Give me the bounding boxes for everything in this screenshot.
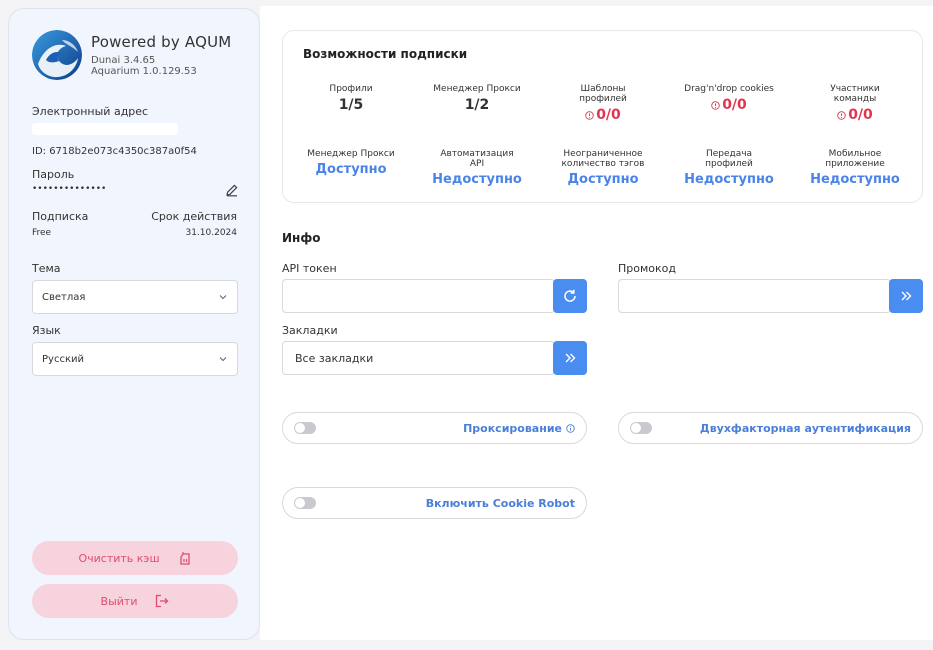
refresh-token-button[interactable] <box>553 279 587 313</box>
refresh-icon <box>564 289 576 302</box>
subscription-value: Free <box>32 228 52 238</box>
bookmarks-input[interactable]: Все закладки <box>282 341 555 375</box>
language-label: Язык <box>32 324 61 337</box>
feature-profile-transfer: Передача профилей Недоступно <box>671 149 787 187</box>
warning-icon <box>837 110 846 120</box>
proxy-toggle-label: Проксирование <box>463 422 575 435</box>
feature-value-text: 0/0 <box>848 107 873 123</box>
clear-cache-label: Очистить кэш <box>78 551 160 565</box>
feature-label: Drag'n'drop cookies <box>684 84 774 94</box>
feature-label: Неограниченное количество тэгов <box>561 149 645 169</box>
version-dunai: Dunai 3.4.65 <box>91 55 156 66</box>
edit-password-icon[interactable] <box>225 182 239 197</box>
feature-value: Доступно <box>315 162 387 177</box>
feature-value: 1/5 <box>338 97 364 113</box>
feature-label: Автоматизация API <box>440 149 514 169</box>
bookmarks-value: Все закладки <box>295 351 374 365</box>
warning-icon <box>585 110 594 120</box>
feature-dragdrop-cookies: Drag'n'drop cookies 0/0 <box>671 84 787 113</box>
feature-value: Недоступно <box>684 172 774 187</box>
feature-label: Шаблоны профилей <box>579 84 627 104</box>
feature-team-members: Участники команды 0/0 <box>797 84 913 123</box>
proxy-toggle-row[interactable]: Проксирование <box>282 412 587 444</box>
feature-proxy-manager: Менеджер Прокси Доступно <box>293 149 409 177</box>
chevron-down-icon <box>219 295 227 300</box>
version-aquarium: Aquarium 1.0.129.53 <box>91 66 197 77</box>
clear-cache-button[interactable]: Очистить кэш <box>32 541 238 575</box>
api-token-label: API токен <box>282 262 337 275</box>
twofa-toggle-label: Двухфакторная аутентификация <box>699 422 911 435</box>
feature-value: Недоступно <box>810 172 900 187</box>
feature-api-automation: Автоматизация API Недоступно <box>419 149 535 187</box>
api-token-input[interactable] <box>282 279 555 313</box>
feature-value: 0/0 <box>797 107 913 123</box>
subscription-title: Возможности подписки <box>303 47 468 61</box>
double-chevron-right-icon <box>901 291 912 301</box>
expiry-value: 31.10.2024 <box>185 228 237 238</box>
feature-value: 0/0 <box>671 97 787 113</box>
cookie-robot-toggle-row[interactable]: Включить Cookie Robot <box>282 487 587 519</box>
subscription-label: Подписка <box>32 210 89 223</box>
twofa-toggle[interactable] <box>630 422 652 434</box>
feature-proxy-manager-count: Менеджер Прокси 1/2 <box>419 84 535 113</box>
brand-title: Powered by AQUM <box>91 33 232 51</box>
open-bookmarks-button[interactable] <box>553 341 587 375</box>
feature-label: Передача профилей <box>705 149 753 169</box>
cookie-robot-toggle[interactable] <box>294 497 316 509</box>
feature-value: 0/0 <box>545 107 661 123</box>
password-label: Пароль <box>32 168 75 181</box>
feature-label: Профили <box>329 84 373 94</box>
language-select[interactable]: Русский <box>32 342 238 376</box>
feature-value-text: 0/0 <box>596 107 621 123</box>
proxy-toggle[interactable] <box>294 422 316 434</box>
cookie-robot-toggle-label: Включить Cookie Robot <box>425 497 575 510</box>
twofa-toggle-row[interactable]: Двухфакторная аутентификация <box>618 412 923 444</box>
proxy-toggle-text: Проксирование <box>463 422 562 435</box>
sidebar: Powered by AQUM Dunai 3.4.65 Aquarium 1.… <box>8 8 260 640</box>
feature-label: Мобильное приложение <box>825 149 885 169</box>
warning-icon <box>711 100 720 110</box>
bookmarks-label: Закладки <box>282 324 338 337</box>
user-id: ID: 6718b2e073c4350c387a0f54 <box>32 146 197 157</box>
feature-label: Менеджер Прокси <box>307 149 395 159</box>
feature-value: Недоступно <box>432 172 522 187</box>
logout-label: Выйти <box>100 594 138 608</box>
apply-promo-button[interactable] <box>889 279 923 313</box>
app-window: Powered by AQUM Dunai 3.4.65 Aquarium 1.… <box>0 0 933 650</box>
aqum-logo-icon <box>32 30 82 80</box>
feature-value: Доступно <box>567 172 639 187</box>
theme-select[interactable]: Светлая <box>32 280 238 314</box>
email-label: Электронный адрес <box>32 105 149 118</box>
promo-input[interactable] <box>618 279 891 313</box>
feature-label: Менеджер Прокси <box>433 84 521 94</box>
feature-profile-templates: Шаблоны профилей 0/0 <box>545 84 661 123</box>
chevron-down-icon <box>219 357 227 362</box>
subscription-card: Возможности подписки Профили 1/5 Менедже… <box>282 30 923 203</box>
theme-label: Тема <box>32 262 61 275</box>
expiry-label: Срок действия <box>151 210 237 223</box>
feature-label: Участники команды <box>830 84 880 104</box>
logout-button[interactable]: Выйти <box>32 584 238 618</box>
password-value: •••••••••••••• <box>32 184 107 194</box>
clear-cache-icon <box>179 552 190 565</box>
email-value <box>32 123 178 135</box>
feature-value: 1/2 <box>464 97 490 113</box>
feature-value-text: 0/0 <box>722 97 747 113</box>
double-chevron-right-icon <box>565 353 576 363</box>
theme-select-value: Светлая <box>42 291 86 303</box>
info-title: Инфо <box>282 231 321 245</box>
info-icon[interactable] <box>566 424 575 433</box>
feature-profiles: Профили 1/5 <box>293 84 409 113</box>
feature-unlimited-tags: Неограниченное количество тэгов Доступно <box>545 149 661 187</box>
promo-label: Промокод <box>618 262 676 275</box>
language-select-value: Русский <box>42 353 84 365</box>
feature-mobile-app: Мобильное приложение Недоступно <box>797 149 913 187</box>
logout-icon <box>156 594 169 608</box>
